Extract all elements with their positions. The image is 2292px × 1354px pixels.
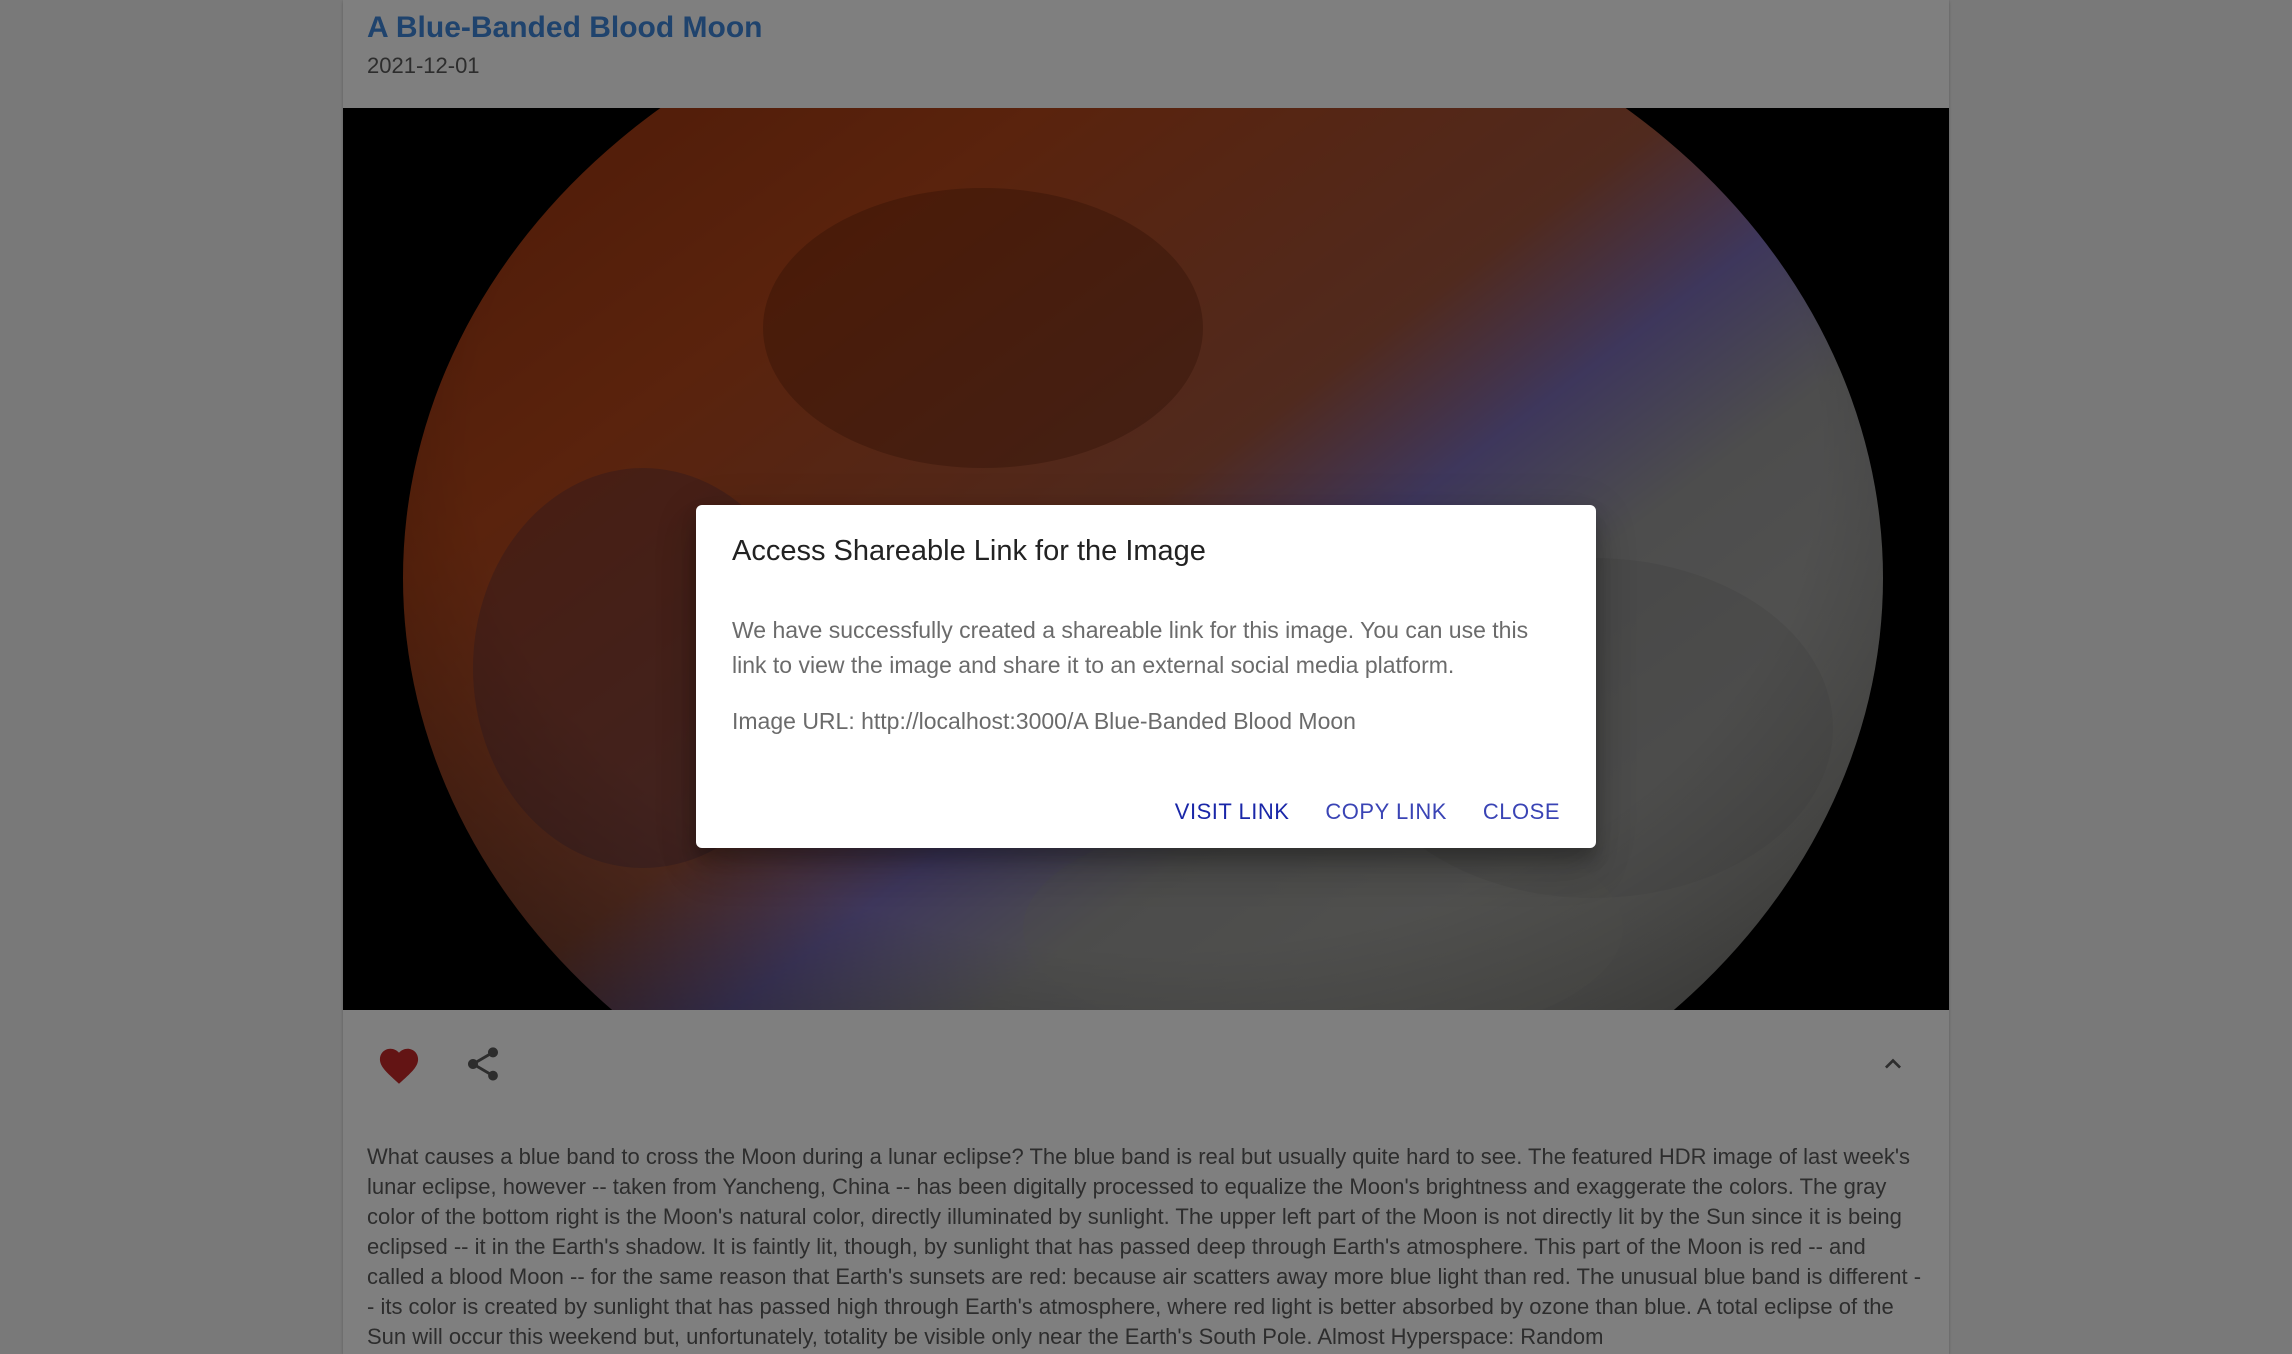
share-link-dialog: Access Shareable Link for the Image We h… <box>696 505 1596 848</box>
dialog-message: We have successfully created a shareable… <box>732 617 1529 678</box>
close-button[interactable]: CLOSE <box>1471 789 1572 835</box>
visit-link-button[interactable]: VISIT LINK <box>1163 789 1302 835</box>
image-url-text: Image URL: http://localhost:3000/A Blue-… <box>732 708 1356 734</box>
copy-link-button[interactable]: COPY LINK <box>1313 789 1458 835</box>
dialog-title: Access Shareable Link for the Image <box>732 535 1206 567</box>
dialog-actions: VISIT LINK COPY LINK CLOSE <box>1151 789 1572 835</box>
